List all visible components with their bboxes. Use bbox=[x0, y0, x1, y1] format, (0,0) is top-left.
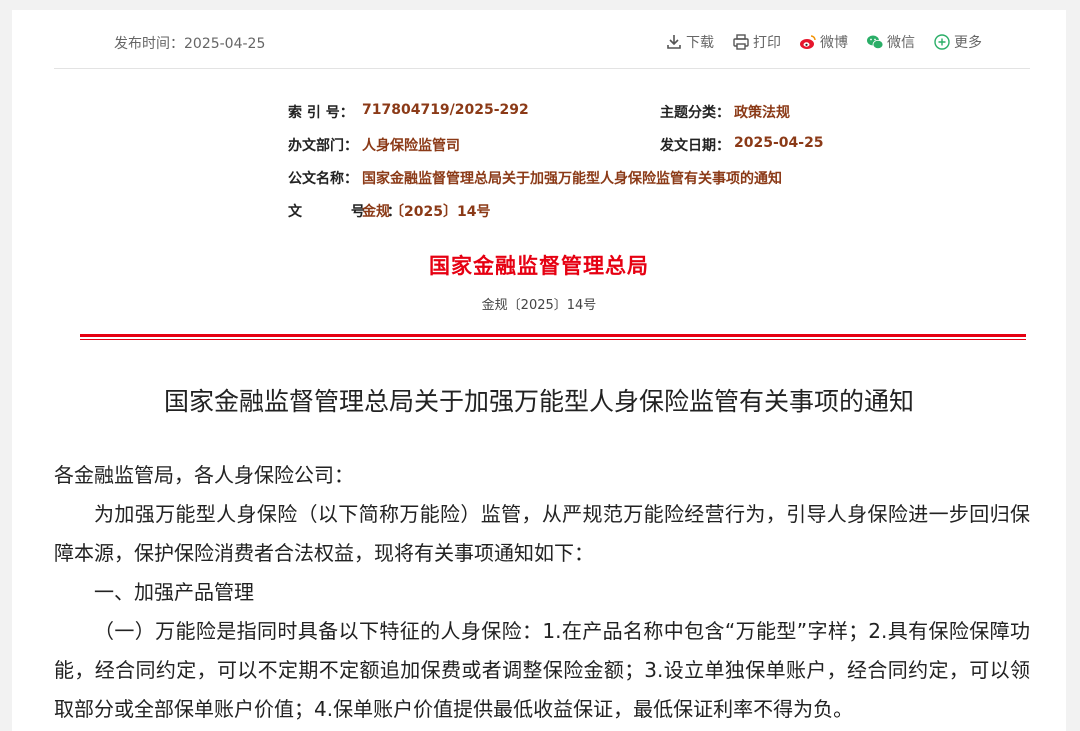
page: 发布时间：2025-04-25 下载 打印 微博 微信 更多 索 引 号： 71… bbox=[12, 10, 1066, 731]
paragraph: （一）万能险是指同时具备以下特征的人身保险：1.在产品名称中包含“万能型”字样；… bbox=[54, 619, 1030, 721]
share-toolbar: 下载 打印 微博 微信 更多 bbox=[665, 32, 982, 52]
department-label: 办文部门： bbox=[288, 138, 358, 154]
index-number-label: 索 引 号： bbox=[288, 105, 354, 121]
plus-circle-icon bbox=[933, 33, 951, 51]
publish-date-label: 发布时间： bbox=[114, 36, 184, 52]
paragraph: 为加强万能型人身保险（以下简称万能险）监管，从严规范万能险经营行为，引导人身保险… bbox=[54, 502, 1030, 565]
issue-date-value: 2025-04-25 bbox=[734, 135, 824, 151]
topic-value: 政策法规 bbox=[734, 105, 790, 121]
wechat-label: 微信 bbox=[887, 35, 915, 51]
document-title: 国家金融监督管理总局关于加强万能型人身保险监管有关事项的通知 bbox=[163, 387, 914, 416]
document-metadata: 索 引 号： 717804719/2025-292 主题分类： 政策法规 办文部… bbox=[288, 102, 848, 234]
metadata-row: 公文名称： 国家金融监督管理总局关于加强万能型人身保险监管有关事项的通知 bbox=[288, 168, 848, 201]
metadata-row: 文 号： 金规〔2025〕14号 bbox=[288, 201, 848, 234]
publish-date-value: 2025-04-25 bbox=[184, 36, 266, 52]
index-number-value: 717804719/2025-292 bbox=[362, 102, 529, 118]
print-icon bbox=[732, 33, 750, 51]
issuer-heading: 国家金融监督管理总局 bbox=[429, 254, 649, 278]
document-name-label: 公文名称： bbox=[288, 171, 358, 187]
document-name-value: 国家金融监督管理总局关于加强万能型人身保险监管有关事项的通知 bbox=[362, 171, 782, 187]
more-button[interactable]: 更多 bbox=[933, 32, 982, 52]
download-button[interactable]: 下载 bbox=[665, 32, 714, 52]
download-icon bbox=[665, 33, 683, 51]
weibo-label: 微博 bbox=[820, 35, 848, 51]
metadata-row: 索 引 号： 717804719/2025-292 主题分类： 政策法规 bbox=[288, 102, 848, 135]
wechat-icon bbox=[866, 33, 884, 51]
download-label: 下载 bbox=[686, 35, 714, 51]
document-number: 金规〔2025〕14号 bbox=[481, 298, 597, 313]
metadata-row: 办文部门： 人身保险监管司 发文日期： 2025-04-25 bbox=[288, 135, 848, 168]
department-value: 人身保险监管司 bbox=[362, 138, 460, 154]
wechat-share-button[interactable]: 微信 bbox=[866, 32, 915, 52]
weibo-icon bbox=[799, 33, 817, 51]
section-heading: 一、加强产品管理 bbox=[94, 580, 254, 604]
publish-date: 发布时间：2025-04-25 bbox=[114, 33, 265, 53]
print-button[interactable]: 打印 bbox=[732, 32, 781, 52]
topic-label: 主题分类： bbox=[660, 105, 730, 121]
weibo-share-button[interactable]: 微博 bbox=[799, 32, 848, 52]
issue-date-label: 发文日期： bbox=[660, 138, 730, 154]
red-divider bbox=[80, 334, 1026, 337]
document-body: 各金融监管局，各人身保险公司： 为加强万能型人身保险（以下简称万能险）监管，从严… bbox=[54, 456, 1030, 729]
top-bar: 发布时间：2025-04-25 下载 打印 微博 微信 更多 bbox=[54, 10, 1030, 69]
print-label: 打印 bbox=[753, 35, 781, 51]
salutation: 各金融监管局，各人身保险公司： bbox=[54, 463, 354, 487]
more-label: 更多 bbox=[954, 35, 982, 51]
document-number-value: 金规〔2025〕14号 bbox=[362, 204, 491, 220]
red-divider-thin bbox=[80, 339, 1026, 340]
